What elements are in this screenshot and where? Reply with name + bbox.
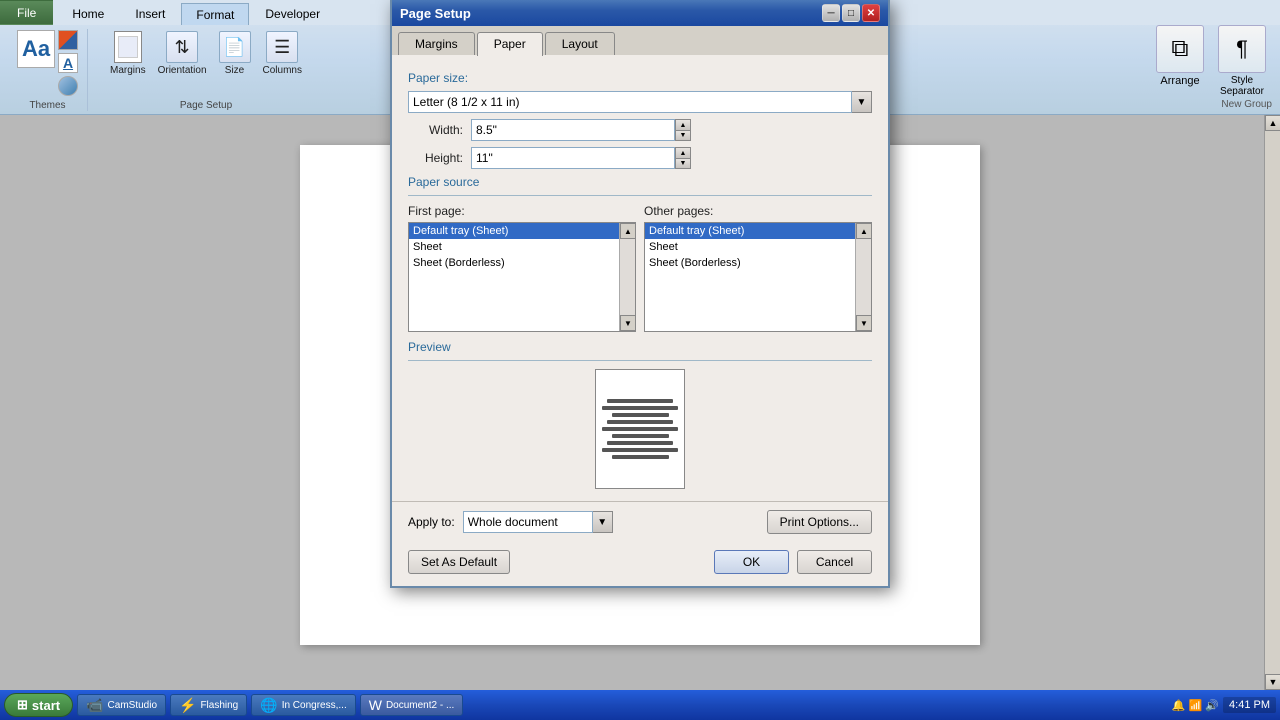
first-page-scroll-down[interactable]: ▼: [620, 315, 636, 331]
tab-margins[interactable]: Margins: [398, 32, 475, 55]
apply-to-row: Apply to: Whole document This section Th…: [408, 511, 613, 533]
preview-label: Preview: [408, 340, 872, 354]
footer-ok-cancel: OK Cancel: [714, 550, 872, 574]
close-button[interactable]: ✕: [862, 4, 880, 22]
ok-button[interactable]: OK: [714, 550, 789, 574]
taskbar-item-flashing[interactable]: ⚡ Flashing: [170, 694, 247, 716]
other-pages-scroll-down[interactable]: ▼: [856, 315, 872, 331]
other-page-item-2[interactable]: Sheet (Borderless): [645, 255, 871, 271]
minimize-button[interactable]: ─: [822, 4, 840, 22]
windows-logo-icon: ⊞: [17, 697, 28, 713]
taskbar: ⊞ start 📹 CamStudio ⚡ Flashing 🌐 In Cong…: [0, 690, 1280, 720]
other-pages-col: Other pages: Default tray (Sheet) Sheet …: [644, 204, 872, 332]
systray-icons: 🔔 📶 🔊: [1172, 699, 1219, 712]
taskbar-item-camstudio[interactable]: 📹 CamStudio: [77, 694, 166, 716]
dialog-bottom: Apply to: Whole document This section Th…: [392, 501, 888, 542]
height-input[interactable]: [471, 147, 675, 169]
first-page-listbox[interactable]: Default tray (Sheet) Sheet Sheet (Border…: [408, 222, 636, 332]
start-button[interactable]: ⊞ start: [4, 693, 73, 717]
width-spin-up[interactable]: ▲: [675, 119, 691, 130]
width-row: Width: ▲ ▼: [408, 119, 872, 141]
tab-layout[interactable]: Layout: [545, 32, 615, 55]
dialog-titlebar: Page Setup ─ □ ✕: [392, 0, 888, 26]
browser-icon: 🌐: [260, 697, 277, 714]
apply-to-dropdown-btn[interactable]: ▼: [593, 511, 613, 533]
height-spin-down[interactable]: ▼: [675, 158, 691, 169]
first-page-item-0[interactable]: Default tray (Sheet): [409, 223, 635, 239]
height-spin-up[interactable]: ▲: [675, 147, 691, 158]
tab-paper[interactable]: Paper: [477, 32, 543, 56]
other-pages-label: Other pages:: [644, 204, 872, 218]
cancel-button[interactable]: Cancel: [797, 550, 872, 574]
apply-to-label: Apply to:: [408, 515, 455, 529]
apply-to-select[interactable]: Whole document This section This point f…: [463, 511, 593, 533]
other-pages-listbox[interactable]: Default tray (Sheet) Sheet Sheet (Border…: [644, 222, 872, 332]
preview-section: Preview: [408, 340, 872, 489]
other-page-item-1[interactable]: Sheet: [645, 239, 871, 255]
first-page-item-2[interactable]: Sheet (Borderless): [409, 255, 635, 271]
paper-size-section-label: Paper size:: [408, 71, 872, 85]
camstudio-icon: 📹: [86, 697, 103, 714]
taskbar-item-word[interactable]: W Document2 - ...: [360, 694, 464, 716]
word-icon: W: [369, 697, 382, 713]
other-pages-scroll-up[interactable]: ▲: [856, 223, 872, 239]
dialog-body: Paper size: Letter (8 1/2 x 11 in) A4 Le…: [392, 55, 888, 501]
height-row: Height: ▲ ▼: [408, 147, 872, 169]
width-spin-down[interactable]: ▼: [675, 130, 691, 141]
height-label: Height:: [408, 151, 463, 165]
width-input[interactable]: [471, 119, 675, 141]
other-pages-scrollbar[interactable]: ▲ ▼: [855, 223, 871, 331]
taskbar-right: 🔔 📶 🔊 4:41 PM: [1172, 697, 1276, 713]
other-page-item-0[interactable]: Default tray (Sheet): [645, 223, 871, 239]
paper-source-row: First page: Default tray (Sheet) Sheet S…: [408, 204, 872, 332]
paper-size-dropdown-btn[interactable]: ▼: [852, 91, 872, 113]
dialog-title: Page Setup: [400, 6, 471, 21]
taskbar-item-browser[interactable]: 🌐 In Congress,...: [251, 694, 355, 716]
first-page-scroll-up[interactable]: ▲: [620, 223, 636, 239]
preview-box: [595, 369, 685, 489]
first-page-scrollbar[interactable]: ▲ ▼: [619, 223, 635, 331]
first-page-col: First page: Default tray (Sheet) Sheet S…: [408, 204, 636, 332]
print-options-button[interactable]: Print Options...: [767, 510, 872, 534]
paper-source-section-label: Paper source: [408, 175, 872, 189]
set-as-default-button[interactable]: Set As Default: [408, 550, 510, 574]
maximize-button[interactable]: □: [842, 4, 860, 22]
titlebar-buttons: ─ □ ✕: [822, 4, 880, 22]
first-page-label: First page:: [408, 204, 636, 218]
dialog-footer: Set As Default OK Cancel: [392, 542, 888, 586]
width-label: Width:: [408, 123, 463, 137]
dialog-overlay: Page Setup ─ □ ✕ Margins Paper Layout Pa…: [0, 0, 1280, 690]
clock: 4:41 PM: [1223, 697, 1276, 713]
dialog-tabs: Margins Paper Layout: [392, 26, 888, 55]
paper-size-row: Letter (8 1/2 x 11 in) A4 Legal ▼: [408, 91, 872, 113]
flashing-icon: ⚡: [179, 697, 196, 714]
paper-size-select[interactable]: Letter (8 1/2 x 11 in) A4 Legal: [408, 91, 852, 113]
page-setup-dialog: Page Setup ─ □ ✕ Margins Paper Layout Pa…: [390, 0, 890, 588]
first-page-item-1[interactable]: Sheet: [409, 239, 635, 255]
